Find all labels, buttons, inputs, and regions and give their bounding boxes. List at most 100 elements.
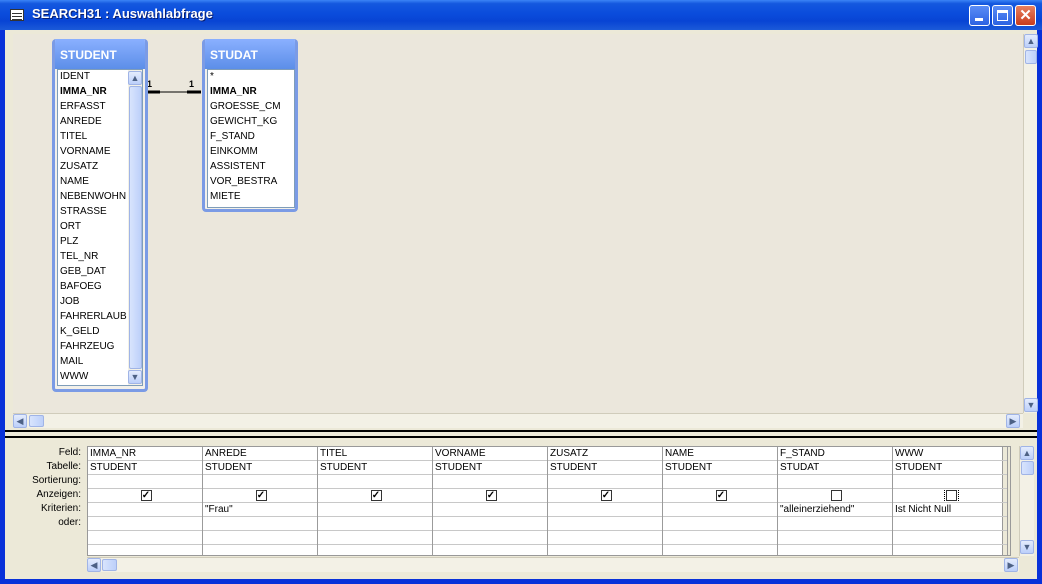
studat-field-item[interactable]: GROESSE_CM [208,101,294,116]
scroll-down-button[interactable]: ▼ [1020,540,1034,554]
sort-cell[interactable] [433,475,547,489]
student-field-item[interactable]: FAHRERLAUB [58,311,127,326]
query-window-icon[interactable] [10,9,24,21]
title-bar[interactable]: SEARCH31 : Auswahlabfrage ✕ [0,0,1042,30]
show-cell[interactable]: ✓ [548,489,662,503]
studat-field-item[interactable]: ASSISTENT [208,161,294,176]
show-checkbox[interactable]: ✓ [715,490,727,501]
scroll-thumb[interactable] [1021,461,1034,475]
empty-cell[interactable] [318,545,432,555]
empty-cell[interactable] [203,545,317,555]
student-field-item[interactable]: JOB [58,296,127,311]
student-field-item[interactable]: IMMA_NR [58,86,127,101]
criteria-cell[interactable]: Ist Nicht Null [893,503,1007,517]
show-checkbox[interactable]: ✓ [370,490,382,501]
close-button[interactable]: ✕ [1015,5,1036,26]
student-field-item[interactable]: TITEL [58,131,127,146]
sort-cell[interactable] [88,475,202,489]
studat-field-item[interactable]: GEWICHT_KG [208,116,294,131]
field-cell[interactable]: IMMA_NR [88,447,202,461]
pane-splitter[interactable] [5,430,1037,438]
or-cell[interactable] [203,517,317,531]
grid-horizontal-scrollbar[interactable]: ◀ ▶ [87,557,1019,572]
criteria-cell[interactable] [88,503,202,517]
student-field-item[interactable]: VORNAME [58,146,127,161]
student-field-item[interactable]: K_GELD [58,326,127,341]
student-table-title[interactable]: STUDENT [55,39,145,69]
query-design-grid[interactable]: IMMA_NR STUDENT ✓ ANREDE STUDENT ✓ "Frau" TITEL… [87,446,1011,556]
show-checkbox[interactable]: ✓ [140,490,152,501]
sort-cell[interactable] [778,475,892,489]
empty-cell[interactable] [548,545,662,555]
field-cell[interactable]: F_STAND [778,447,892,461]
student-field-item[interactable]: GEB_DAT [58,266,127,281]
criteria-cell[interactable] [663,503,777,517]
or-cell[interactable] [88,517,202,531]
scroll-left-button[interactable]: ◀ [87,558,101,572]
studat-field-item[interactable]: F_STAND [208,131,294,146]
studat-field-list[interactable]: * IMMA_NR GROESSE_CM GEWICHT_KG F_STAND EINKO… [207,69,295,208]
studat-table-title[interactable]: STUDAT [205,39,295,69]
empty-cell[interactable] [433,531,547,545]
scroll-right-button[interactable]: ▶ [1006,414,1020,428]
show-cell[interactable] [778,489,892,503]
empty-cell[interactable] [548,531,662,545]
empty-cell[interactable] [88,531,202,545]
scroll-up-button[interactable]: ▲ [1024,34,1038,48]
show-checkbox[interactable]: ✓ [485,490,497,501]
studat-field-item[interactable]: VOR_BESTRA [208,176,294,191]
criteria-cell[interactable]: "Frau" [203,503,317,517]
table-cell[interactable]: STUDENT [893,461,1007,475]
criteria-cell[interactable] [318,503,432,517]
table-cell[interactable]: STUDENT [203,461,317,475]
studat-field-item[interactable]: * [208,71,294,86]
student-table-window[interactable]: STUDENT IDENT IMMA_NR ERFASST ANREDE TITEL VO… [52,39,148,392]
show-cell[interactable]: ✓ [663,489,777,503]
criteria-cell[interactable]: "alleinerziehend" [778,503,892,517]
show-checkbox[interactable] [830,490,842,501]
student-field-item[interactable]: FAHRZEUG [58,341,127,356]
studat-field-item[interactable]: EINKOMM [208,146,294,161]
scroll-down-button[interactable]: ▼ [1024,398,1038,412]
student-field-item[interactable]: NEBENWOHN [58,191,127,206]
grid-column[interactable]: TITEL STUDENT ✓ [318,447,433,555]
field-cell[interactable]: ANREDE [203,447,317,461]
scroll-thumb[interactable] [1025,50,1037,64]
field-cell[interactable]: VORNAME [433,447,547,461]
student-field-item[interactable]: ZUSATZ [58,161,127,176]
maximize-button[interactable] [992,5,1013,26]
student-field-item[interactable]: MAIL [58,356,127,371]
show-cell[interactable] [893,489,1007,503]
table-pane-vertical-scrollbar[interactable]: ▲ ▼ [1023,34,1038,413]
empty-cell[interactable] [663,545,777,555]
field-cell[interactable]: TITEL [318,447,432,461]
studat-table-window[interactable]: STUDAT * IMMA_NR GROESSE_CM GEWICHT_KG F_STA… [202,39,298,212]
grid-column[interactable]: VORNAME STUDENT ✓ [433,447,548,555]
grid-column[interactable]: NAME STUDENT ✓ [663,447,778,555]
student-field-item[interactable]: NAME [58,176,127,191]
scroll-left-button[interactable]: ◀ [13,414,27,428]
table-cell[interactable]: STUDENT [433,461,547,475]
table-pane-horizontal-scrollbar[interactable]: ◀ ▶ [13,413,1023,428]
show-checkbox[interactable]: ✓ [255,490,267,501]
student-field-item[interactable]: PLZ [58,236,127,251]
scroll-thumb[interactable] [102,559,117,571]
table-cell[interactable]: STUDENT [318,461,432,475]
or-cell[interactable] [548,517,662,531]
student-field-item[interactable]: ANREDE [58,116,127,131]
sort-cell[interactable] [203,475,317,489]
student-field-item[interactable]: BAFOEG [58,281,127,296]
or-cell[interactable] [893,517,1007,531]
studat-field-item[interactable]: IMMA_NR [208,86,294,101]
table-cell[interactable]: STUDENT [88,461,202,475]
empty-cell[interactable] [88,545,202,555]
show-cell[interactable]: ✓ [203,489,317,503]
or-cell[interactable] [663,517,777,531]
or-cell[interactable] [433,517,547,531]
grid-column[interactable]: ANREDE STUDENT ✓ "Frau" [203,447,318,555]
scroll-down-button[interactable]: ▼ [128,370,142,384]
sort-cell[interactable] [663,475,777,489]
sort-cell[interactable] [893,475,1007,489]
grid-column[interactable]: ZUSATZ STUDENT ✓ [548,447,663,555]
show-cell[interactable]: ✓ [318,489,432,503]
